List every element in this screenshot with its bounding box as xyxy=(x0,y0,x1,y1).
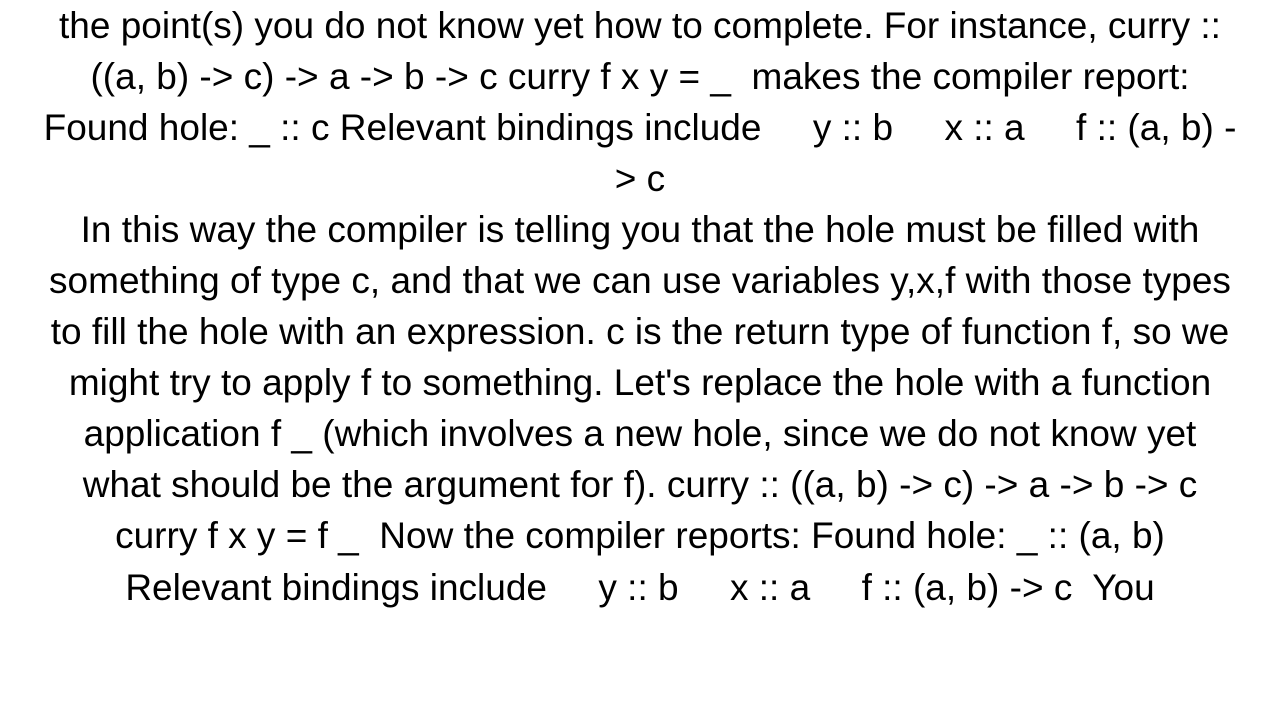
document-body: the point(s) you do not know yet how to … xyxy=(0,0,1280,720)
paragraph-2: In this way the compiler is telling you … xyxy=(40,204,1240,612)
paragraph-1: the point(s) you do not know yet how to … xyxy=(40,0,1240,204)
